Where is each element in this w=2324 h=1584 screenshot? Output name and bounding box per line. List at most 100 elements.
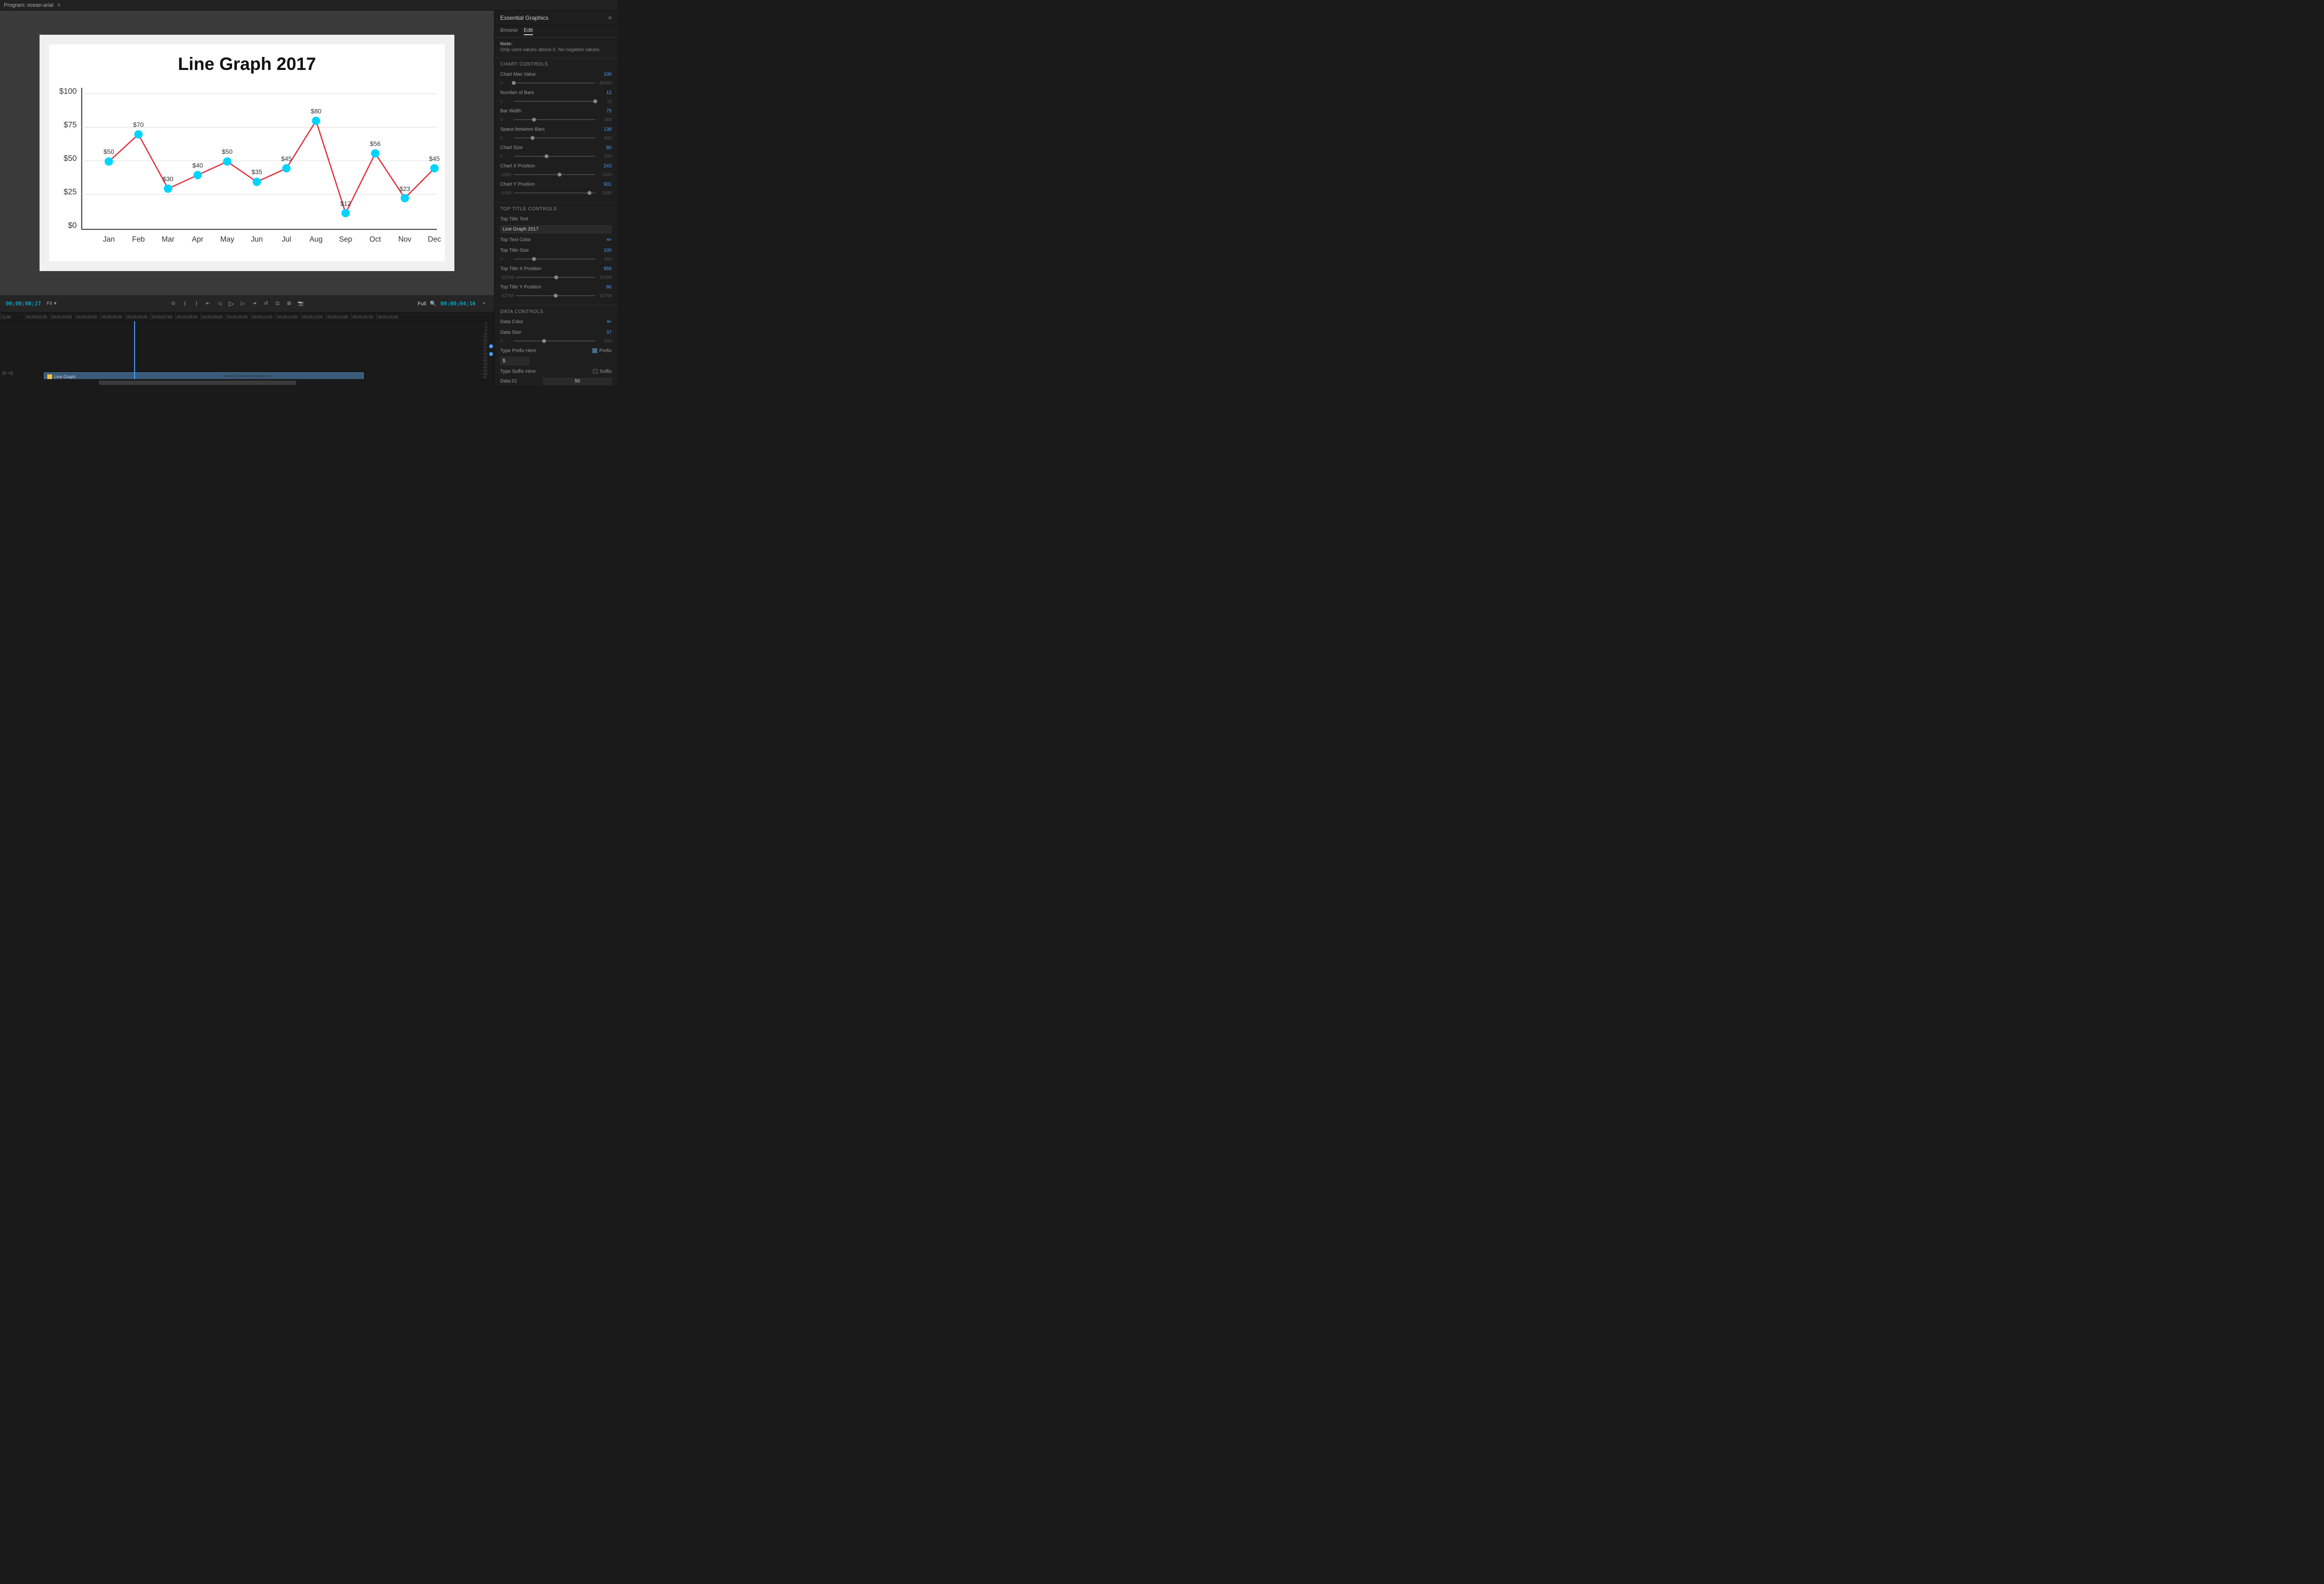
- svg-text:$75: $75: [64, 121, 77, 129]
- note-section: Note: Only uses values above 0. No negat…: [494, 38, 617, 58]
- top-x-slider[interactable]: [516, 277, 595, 278]
- main-area: Line Graph 2017 $100 $75 $50 $25 $0: [0, 11, 617, 386]
- top-y-label: Top Title Y Position: [500, 285, 597, 290]
- clip-icon: [47, 374, 52, 379]
- chart-size-label: Chart Size: [500, 145, 597, 150]
- data-color-eyedropper[interactable]: ✏: [607, 318, 612, 325]
- top-x-thumb[interactable]: [554, 275, 558, 279]
- scale-8: -27: [482, 349, 487, 353]
- prefix-input[interactable]: [500, 357, 529, 365]
- chart-title: Line Graph 2017: [178, 54, 316, 74]
- fit-label[interactable]: Fit: [47, 301, 52, 306]
- camera-btn[interactable]: 📷: [296, 300, 305, 308]
- tab-browse[interactable]: Browse: [500, 27, 518, 35]
- chart-outer: Line Graph 2017 $100 $75 $50 $25 $0: [40, 35, 454, 271]
- clip-bar[interactable]: Line Graph: [44, 372, 364, 379]
- zoom-dropdown[interactable]: ▾: [54, 301, 56, 306]
- space-slider[interactable]: [514, 137, 595, 138]
- top-x-value[interactable]: 956: [597, 266, 612, 272]
- ripple-btn[interactable]: ⊙: [169, 300, 178, 308]
- chart-y-max: 1080: [597, 191, 612, 195]
- bar-width-thumb[interactable]: [532, 118, 536, 122]
- data-color-label: Data Color: [500, 319, 607, 325]
- panel-menu-icon[interactable]: ≡: [608, 14, 612, 21]
- bar-width-slider[interactable]: [514, 119, 595, 120]
- ruler-mark-11: 00;00;12;00: [276, 313, 301, 320]
- data-size-value[interactable]: 37: [597, 330, 612, 335]
- chart-y-value[interactable]: 931: [597, 182, 612, 187]
- full-label[interactable]: Full: [418, 301, 426, 307]
- num-bars-thumb[interactable]: [593, 99, 597, 103]
- number-scale: -3 -6 -9 -12 -15 -18 -21 -24 -27 -30 -33…: [478, 321, 487, 379]
- tab-edit[interactable]: Edit: [524, 27, 533, 35]
- play-btn[interactable]: ▷: [227, 300, 235, 308]
- chart-y-min: -1080: [500, 191, 512, 195]
- loop-btn[interactable]: ↺: [261, 300, 270, 308]
- mark-in-btn[interactable]: {: [180, 300, 189, 308]
- goto-out-btn[interactable]: ⇥: [250, 300, 259, 308]
- top-y-max: 32768: [597, 293, 612, 298]
- svg-text:$56: $56: [370, 140, 381, 148]
- scale-5: -18: [482, 339, 487, 342]
- chart-max-thumb[interactable]: [512, 81, 516, 85]
- svg-text:Apr: Apr: [192, 235, 204, 244]
- step-forward-btn[interactable]: ▷: [238, 300, 247, 308]
- bottom-scrollbar[interactable]: [0, 379, 494, 386]
- chart-x-thumb[interactable]: [558, 173, 561, 177]
- chart-y-slider-row: -1080 1080: [500, 191, 612, 195]
- suffix-checkbox[interactable]: [593, 369, 598, 374]
- output-btn[interactable]: ⊞: [285, 300, 293, 308]
- ruler-mark-5: 00;00;06;00: [125, 313, 150, 320]
- top-size-slider-row: 0 400: [500, 257, 612, 261]
- num-bars-slider-row: 1 12: [500, 99, 612, 104]
- ruler-mark-2: 00;00;03;00: [50, 313, 75, 320]
- space-thumb[interactable]: [531, 136, 534, 140]
- chart-max-slider[interactable]: [514, 82, 595, 83]
- top-size-thumb[interactable]: [532, 257, 536, 261]
- chart-size-value[interactable]: 80: [597, 145, 612, 150]
- mark-out-btn[interactable]: }: [192, 300, 201, 308]
- chart-max-value[interactable]: 100: [597, 72, 612, 77]
- menu-icon[interactable]: ≡: [57, 2, 60, 8]
- prefix-checkbox[interactable]: ✓: [592, 348, 597, 353]
- top-y-thumb[interactable]: [554, 294, 558, 298]
- chart-y-label: Chart Y Position: [500, 182, 597, 187]
- chart-size-slider-row: 0 200: [500, 154, 612, 159]
- num-bars-value[interactable]: 12: [597, 90, 612, 96]
- top-y-value[interactable]: 86: [597, 285, 612, 290]
- prefix-input-row: [500, 357, 612, 365]
- top-y-slider[interactable]: [516, 295, 595, 296]
- num-bars-slider[interactable]: [514, 101, 595, 102]
- chart-x-value[interactable]: 243: [597, 164, 612, 169]
- chart-y-slider[interactable]: [514, 192, 595, 193]
- ruler-marks-container: 11;00 00;00;02;00 00;00;03;00 00;00;04;0…: [0, 313, 494, 321]
- safe-margin-btn[interactable]: ⊡: [273, 300, 282, 308]
- chart-size-slider[interactable]: [514, 156, 595, 157]
- nav-icon[interactable]: ⊳⊲: [2, 369, 13, 377]
- suffix-checkbox-row: Suffix: [593, 369, 612, 374]
- chart-x-slider[interactable]: [514, 174, 595, 175]
- data-size-row: Data Size 37: [500, 328, 612, 337]
- chart-size-thumb[interactable]: [545, 154, 548, 158]
- goto-in-btn[interactable]: ⇤: [204, 300, 212, 308]
- scroll-thumb[interactable]: [99, 381, 297, 385]
- data-val-0[interactable]: [543, 378, 612, 385]
- bar-width-row: Bar Width 75: [500, 107, 612, 115]
- svg-text:$45: $45: [429, 155, 440, 162]
- svg-text:Dec: Dec: [428, 235, 441, 244]
- step-back-btn[interactable]: ◁: [215, 300, 224, 308]
- chart-y-thumb[interactable]: [588, 191, 591, 195]
- top-color-eyedropper[interactable]: ✏: [607, 236, 612, 243]
- data-size-thumb[interactable]: [542, 339, 546, 343]
- ruler-mark-7: 00;00;08;00: [176, 313, 201, 320]
- chart-size-max: 200: [597, 154, 612, 159]
- top-title-input[interactable]: [500, 225, 612, 233]
- playhead[interactable]: [134, 321, 135, 379]
- bar-width-value[interactable]: 75: [597, 109, 612, 114]
- top-size-value[interactable]: 100: [597, 248, 612, 253]
- scale-12: -39: [482, 363, 487, 366]
- space-min: 0: [500, 136, 512, 140]
- add-icon[interactable]: +: [479, 300, 488, 308]
- space-value[interactable]: 138: [597, 127, 612, 132]
- num-bars-min: 1: [500, 99, 512, 104]
